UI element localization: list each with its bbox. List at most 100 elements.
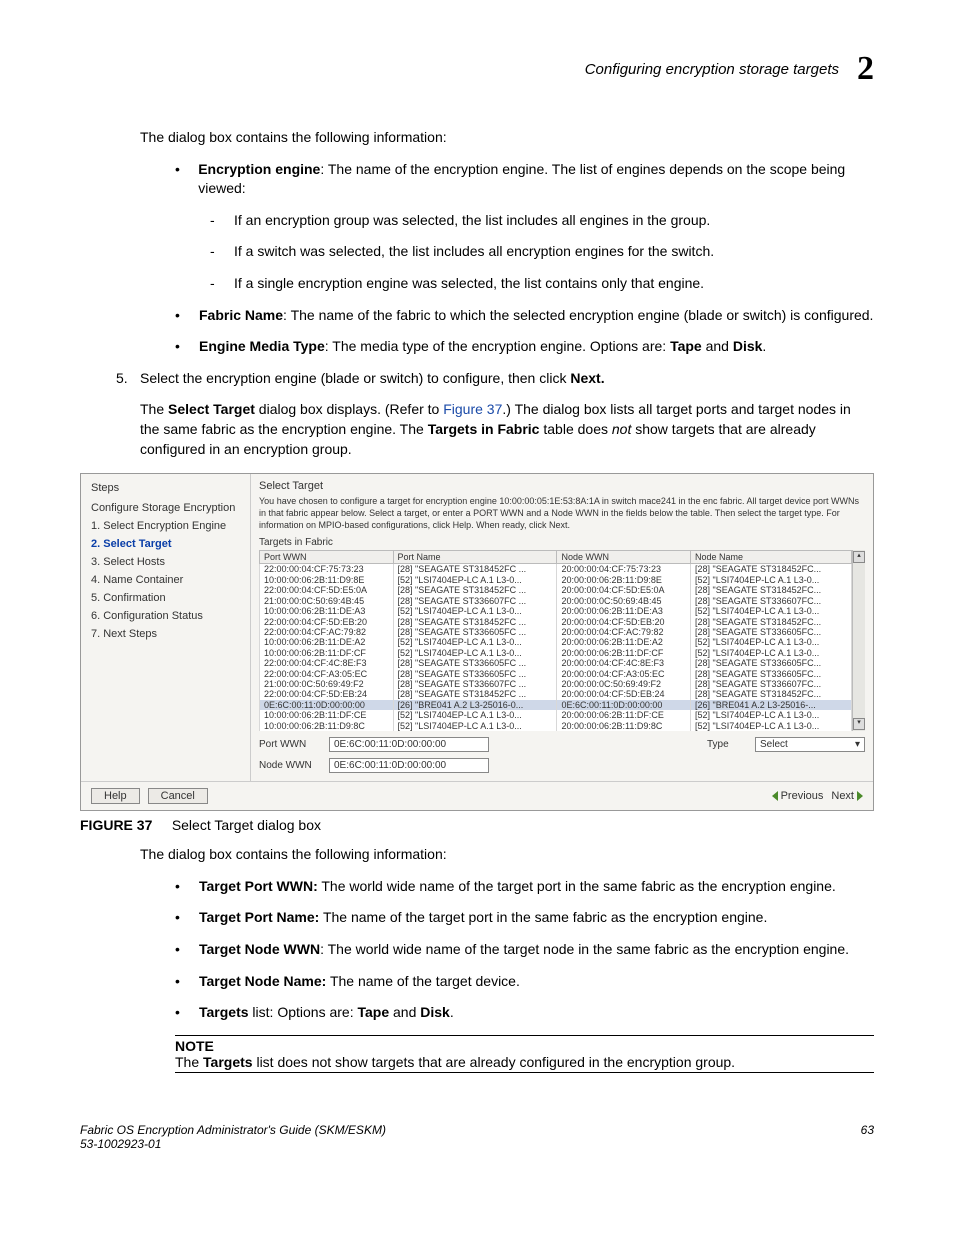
step-5-nav[interactable]: 5. Confirmation (91, 592, 240, 604)
intro-1: The dialog box contains the following in… (140, 128, 874, 148)
targets-in-fabric-label: Targets in Fabric (259, 537, 865, 548)
text: If a switch was selected, the list inclu… (234, 242, 714, 262)
table-row[interactable]: 22:00:00:04:CF:4C:8E:F3[28] "SEAGATE ST3… (260, 658, 852, 668)
bullet-target-node-wwn: • Target Node WWN: The world wide name o… (175, 940, 874, 960)
type-label: Type (707, 739, 747, 750)
port-wwn-input[interactable]: 0E:6C:00:11:0D:00:00:00 (329, 737, 489, 752)
footer-left: Fabric OS Encryption Administrator's Gui… (80, 1123, 386, 1151)
bullet-fabric-name: • Fabric Name: The name of the fabric to… (175, 306, 874, 326)
steps-panel: Steps Configure Storage Encryption 1. Se… (81, 474, 251, 781)
figure-caption: FIGURE 37 Select Target dialog box (80, 817, 874, 833)
figure-link[interactable]: Figure 37 (443, 401, 502, 417)
target-title: Select Target (259, 480, 865, 492)
note-block: NOTE The Targets list does not show targ… (175, 1035, 874, 1073)
steps-title: Steps (91, 482, 240, 494)
table-row[interactable]: 10:00:00:06:2B:11:D9:8C[52] "LSI7404EP-L… (260, 721, 852, 732)
table-row[interactable]: 10:00:00:06:2B:11:DE:A3[52] "LSI7404EP-L… (260, 606, 852, 616)
table-row[interactable]: 21:00:00:0C:50:69:4B:45[28] "SEAGATE ST3… (260, 595, 852, 605)
step-2[interactable]: 2. Select Target (91, 538, 240, 550)
tape: Tape (670, 338, 702, 354)
divider (175, 1035, 874, 1036)
dash-icon: - (210, 242, 234, 262)
table-row[interactable]: 10:00:00:06:2B:11:DF:CF[52] "LSI7404EP-L… (260, 648, 852, 658)
bullet-icon: • (175, 160, 198, 199)
text: Select the encryption engine (blade or s… (140, 370, 570, 386)
text: If an encryption group was selected, the… (234, 211, 710, 231)
targets-table[interactable]: Port WWN Port Name Node WWN Node Name 22… (259, 550, 852, 731)
step-4[interactable]: 4. Name Container (91, 574, 240, 586)
previous-button[interactable]: Previous (772, 790, 824, 802)
label: Engine Media Type (199, 338, 325, 354)
bullet-encryption-engine: • Encryption engine: The name of the enc… (175, 160, 874, 199)
step-number: 5. (116, 369, 140, 389)
dash-icon: - (210, 211, 234, 231)
scrollbar[interactable]: ▴ ▾ (852, 550, 865, 731)
step-7[interactable]: 7. Next Steps (91, 628, 240, 640)
table-row[interactable]: 22:00:00:04:CF:A3:05:EC[28] "SEAGATE ST3… (260, 668, 852, 678)
next-label: Next. (570, 370, 604, 386)
col-node-name[interactable]: Node Name (691, 551, 852, 564)
port-wwn-row: Port WWN 0E:6C:00:11:0D:00:00:00 Type Se… (259, 737, 865, 752)
table-row[interactable]: 0E:6C:00:11:0D:00:00:00[26] "BRE041 A.2 … (260, 700, 852, 710)
step-5-detail: The Select Target dialog box displays. (… (140, 400, 874, 459)
table-row[interactable]: 22:00:00:04:CF:75:73:23[28] "SEAGATE ST3… (260, 564, 852, 575)
bullet-target-port-name: • Target Port Name: The name of the targ… (175, 908, 874, 928)
table-row[interactable]: 10:00:00:06:2B:11:D9:8E[52] "LSI7404EP-L… (260, 575, 852, 585)
text: If a single encryption engine was select… (234, 274, 704, 294)
node-wwn-label: Node WWN (259, 760, 321, 771)
bullet-engine-media: • Engine Media Type: The media type of t… (175, 337, 874, 357)
bullet-icon: • (175, 337, 199, 357)
figure-label: FIGURE 37 (80, 817, 152, 833)
chevron-down-icon: ▾ (855, 739, 860, 750)
label: Fabric Name (199, 307, 283, 323)
bullet-icon: • (175, 908, 199, 928)
table-row[interactable]: 22:00:00:04:CF:5D:E5:0A[28] "SEAGATE ST3… (260, 585, 852, 595)
table-row[interactable]: 22:00:00:04:CF:5D:EB:24[28] "SEAGATE ST3… (260, 689, 852, 699)
help-button[interactable]: Help (91, 788, 140, 804)
dash-group: - If an encryption group was selected, t… (210, 211, 874, 231)
node-wwn-row: Node WWN 0E:6C:00:11:0D:00:00:00 (259, 758, 865, 773)
cancel-button[interactable]: Cancel (148, 788, 208, 804)
bullet-icon: • (175, 877, 199, 897)
page: Configuring encryption storage targets 2… (0, 0, 954, 1191)
page-footer: Fabric OS Encryption Administrator's Gui… (80, 1123, 874, 1151)
table-row[interactable]: 10:00:00:06:2B:11:DF:CE[52] "LSI7404EP-L… (260, 710, 852, 720)
target-panel: Select Target You have chosen to configu… (251, 474, 873, 781)
bullet-icon: • (175, 306, 199, 326)
step-1[interactable]: 1. Select Encryption Engine (91, 520, 240, 532)
note-title: NOTE (175, 1038, 874, 1054)
instructions: You have chosen to configure a target fo… (259, 496, 865, 531)
dash-icon: - (210, 274, 234, 294)
bullet-targets-list: • Targets list: Options are: Tape and Di… (175, 1003, 874, 1023)
table-row[interactable]: 21:00:00:0C:50:69:49:F2[28] "SEAGATE ST3… (260, 679, 852, 689)
port-wwn-label: Port WWN (259, 739, 321, 750)
bullet-target-node-name: • Target Node Name: The name of the targ… (175, 972, 874, 992)
col-port-name[interactable]: Port Name (393, 551, 557, 564)
note-text: The Targets list does not show targets t… (175, 1054, 874, 1070)
page-header: Configuring encryption storage targets 2 (80, 50, 874, 88)
header-title: Configuring encryption storage targets (585, 61, 839, 78)
table-row[interactable]: 22:00:00:04:CF:AC:79:82[28] "SEAGATE ST3… (260, 627, 852, 637)
col-node-wwn[interactable]: Node WWN (557, 551, 691, 564)
step-3[interactable]: 3. Select Hosts (91, 556, 240, 568)
bullet-icon: • (175, 972, 199, 992)
figure-text: Select Target dialog box (172, 817, 321, 833)
page-number: 63 (861, 1123, 874, 1151)
step-6[interactable]: 6. Configuration Status (91, 610, 240, 622)
text: : The name of the fabric to which the se… (283, 307, 873, 323)
table-row[interactable]: 22:00:00:04:CF:5D:EB:20[28] "SEAGATE ST3… (260, 616, 852, 626)
scroll-up-icon[interactable]: ▴ (853, 551, 865, 563)
triangle-right-icon (857, 791, 863, 801)
bullet-icon: • (175, 1003, 199, 1023)
scroll-down-icon[interactable]: ▾ (853, 718, 865, 730)
text: : The media type of the encryption engin… (325, 338, 670, 354)
dash-switch: - If a switch was selected, the list inc… (210, 242, 874, 262)
col-port-wwn[interactable]: Port WWN (260, 551, 394, 564)
steps-main: Configure Storage Encryption (91, 502, 240, 514)
chapter-number: 2 (857, 50, 874, 88)
node-wwn-input[interactable]: 0E:6C:00:11:0D:00:00:00 (329, 758, 489, 773)
type-select[interactable]: Select ▾ (755, 737, 865, 752)
next-button[interactable]: Next (831, 790, 863, 802)
table-row[interactable]: 10:00:00:06:2B:11:DE:A2[52] "LSI7404EP-L… (260, 637, 852, 647)
label: Encryption engine (198, 161, 320, 177)
